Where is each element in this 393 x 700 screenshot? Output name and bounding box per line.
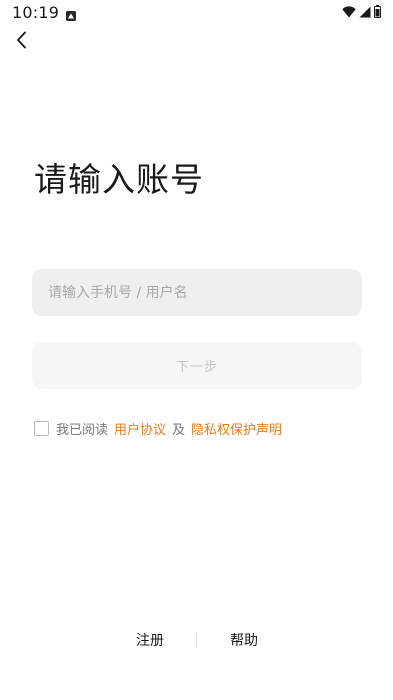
login-screen: 10:19 请输入账号 请输入手机号 / 用户名 下一步 我已阅读 用户协议 及… <box>0 0 393 700</box>
battery-icon <box>374 3 381 22</box>
help-link[interactable]: 帮助 <box>230 630 258 650</box>
agreement-checkbox[interactable] <box>34 420 49 436</box>
bottom-links: 注册 帮助 <box>0 630 393 650</box>
register-link[interactable]: 注册 <box>136 630 164 650</box>
privacy-statement-link[interactable]: 隐私权保护声明 <box>191 419 282 438</box>
notification-icon <box>66 6 76 21</box>
agreement-conjunction: 及 <box>172 422 186 438</box>
wifi-icon <box>342 3 356 22</box>
status-bar: 10:19 <box>0 0 393 24</box>
next-step-button[interactable]: 下一步 <box>32 342 362 389</box>
back-button[interactable] <box>8 28 36 56</box>
account-input[interactable] <box>32 269 362 316</box>
status-time: 10:19 <box>12 3 60 22</box>
cellular-signal-icon <box>359 3 371 22</box>
back-arrow-icon <box>15 31 29 53</box>
status-icons <box>342 3 381 22</box>
agreement-prefix: 我已阅读 <box>56 422 109 438</box>
page-title: 请输入账号 <box>34 160 204 199</box>
agreement-row: 我已阅读 用户协议 及 隐私权保护声明 <box>34 419 282 438</box>
bottom-divider <box>196 633 197 647</box>
user-agreement-link[interactable]: 用户协议 <box>114 419 166 438</box>
